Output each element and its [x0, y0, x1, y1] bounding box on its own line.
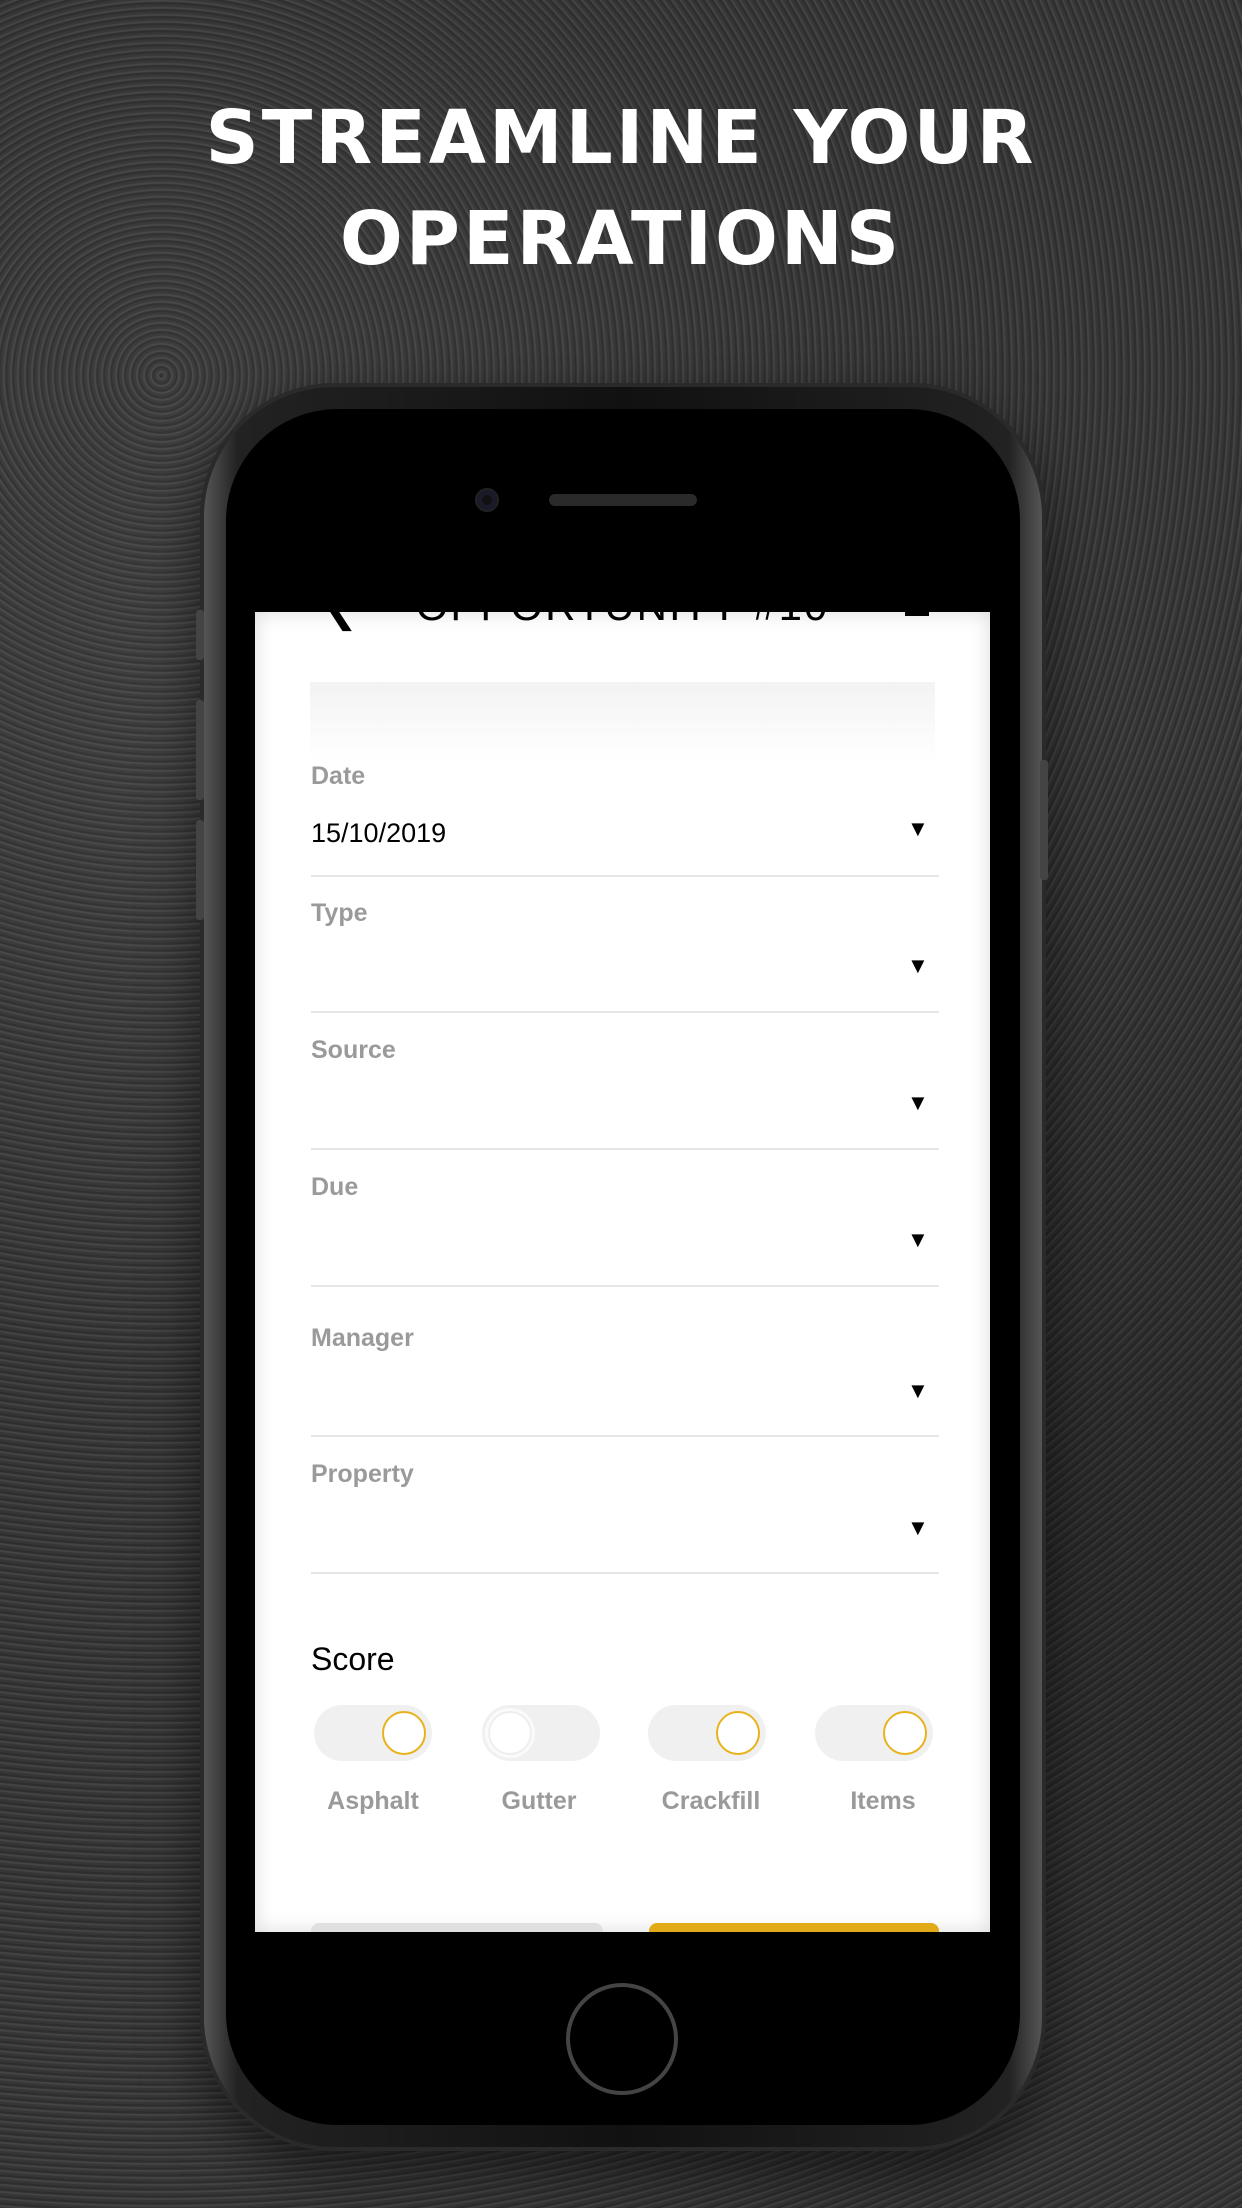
headline-line-2: OPERATIONS [339, 196, 903, 282]
header-shadow [310, 682, 935, 762]
score-title: Score [311, 1641, 395, 1677]
field-label: Manager [311, 1324, 414, 1352]
nav-title: OPPORTUNITY #10 [255, 612, 990, 630]
camera [477, 490, 497, 510]
toggle-knob [488, 1711, 532, 1755]
toggle-label: Gutter [501, 1787, 577, 1815]
toggle-label: Asphalt [327, 1787, 419, 1815]
dropdown-arrow-icon[interactable]: ▼ [907, 953, 929, 979]
toggle-crackfill[interactable] [648, 1705, 766, 1761]
divider [311, 1435, 939, 1437]
power-button [1040, 760, 1048, 880]
field-label: Source [311, 1036, 396, 1064]
field-label: Due [311, 1173, 359, 1201]
headline-line-1: STREAMLINE YOUR [205, 95, 1037, 181]
divider [311, 1148, 939, 1150]
toggle-label: Crackfill [661, 1787, 761, 1815]
primary-button[interactable] [649, 1923, 939, 1932]
dropdown-arrow-icon[interactable]: ▼ [907, 1515, 929, 1541]
toggle-label: Items [850, 1787, 916, 1815]
field-label: Property [311, 1460, 414, 1488]
dropdown-arrow-icon[interactable]: ▼ [907, 816, 929, 842]
volume-down-button [196, 820, 204, 920]
divider [311, 1285, 939, 1287]
toggle-knob [716, 1711, 760, 1755]
toggle-knob [382, 1711, 426, 1755]
dropdown-arrow-icon[interactable]: ▼ [907, 1227, 929, 1253]
speaker [549, 494, 697, 506]
dropdown-arrow-icon[interactable]: ▼ [907, 1090, 929, 1116]
field-value[interactable]: 15/10/2019 [311, 818, 446, 849]
app-screen: ❮ OPPORTUNITY #10 Date 15/10/2019 ▼ Type… [255, 612, 990, 1932]
divider [311, 1011, 939, 1013]
calendar-icon[interactable] [905, 612, 929, 616]
divider [311, 875, 939, 877]
toggle-knob [883, 1711, 927, 1755]
field-label: Type [311, 899, 368, 927]
secondary-button[interactable] [311, 1923, 603, 1932]
toggle-gutter[interactable] [482, 1705, 600, 1761]
divider [311, 1572, 939, 1574]
field-label: Date [311, 762, 366, 790]
toggle-asphalt[interactable] [314, 1705, 432, 1761]
mute-switch [196, 610, 204, 660]
toggle-items[interactable] [815, 1705, 933, 1761]
dropdown-arrow-icon[interactable]: ▼ [907, 1378, 929, 1404]
volume-up-button [196, 700, 204, 800]
home-button[interactable] [566, 1983, 678, 2095]
